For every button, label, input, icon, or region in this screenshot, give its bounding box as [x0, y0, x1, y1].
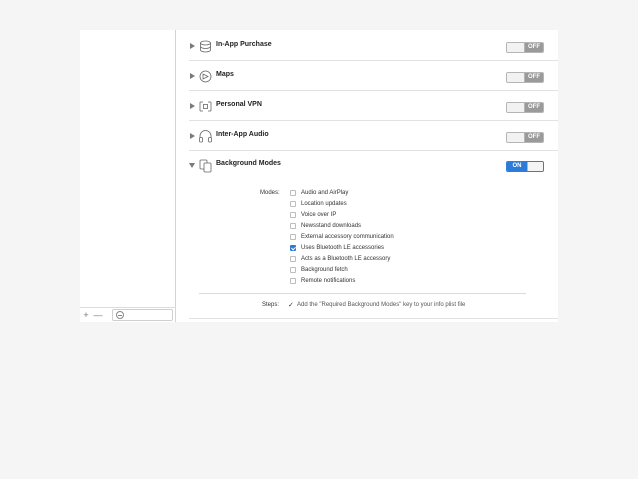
mode-acts-as-bluetooth-le[interactable]: Acts as a Bluetooth LE accessory [290, 254, 390, 264]
mode-checkbox[interactable] [290, 223, 296, 229]
sidebar-footer: + — [80, 307, 176, 322]
mode-checkbox[interactable] [290, 256, 296, 262]
sidebar-filter-field[interactable] [112, 309, 173, 321]
capability-toggle-maps[interactable]: OFF [506, 72, 544, 83]
capability-title: Personal VPN [216, 101, 262, 108]
toggle-state-label: OFF [525, 43, 543, 52]
mode-location-updates[interactable]: Location updates [290, 199, 347, 209]
disclosure-triangle-icon[interactable] [190, 103, 195, 109]
capability-title: In-App Purchase [216, 41, 272, 48]
remove-target-button[interactable]: — [92, 308, 104, 322]
inter-app-audio-icon [198, 129, 213, 144]
mode-newsstand-downloads[interactable]: Newsstand downloads [290, 221, 361, 231]
capability-toggle-inter-app-audio[interactable]: OFF [506, 132, 544, 143]
capability-toggle-in-app-purchase[interactable]: OFF [506, 42, 544, 53]
capabilities-list: In-App Purchase OFF Maps OFF Personal VP… [177, 30, 558, 322]
toggle-knob [507, 133, 525, 142]
mode-label: External accessory communication [301, 234, 394, 240]
toggle-knob [507, 73, 525, 82]
capability-row-in-app-purchase: In-App Purchase OFF [189, 32, 558, 61]
mode-checkbox[interactable] [290, 212, 296, 218]
toggle-state-label: OFF [525, 103, 543, 112]
maps-icon [198, 69, 213, 84]
mode-label: Remote notifications [301, 278, 356, 284]
capability-row-personal-vpn: Personal VPN OFF [189, 92, 558, 121]
targets-sidebar: + — [80, 30, 176, 322]
mode-voice-over-ip[interactable]: Voice over IP [290, 210, 336, 220]
mode-label: Voice over IP [301, 212, 337, 218]
personal-vpn-icon [198, 99, 213, 114]
mode-audio-airplay[interactable]: Audio and AirPlay [290, 188, 348, 198]
mode-checkbox[interactable] [290, 278, 296, 284]
mode-checkbox[interactable] [290, 267, 296, 273]
in-app-purchase-icon [198, 39, 213, 54]
add-target-button[interactable]: + [80, 308, 92, 322]
mode-background-fetch[interactable]: Background fetch [290, 265, 348, 275]
toggle-knob [507, 43, 525, 52]
disclosure-triangle-icon[interactable] [190, 133, 195, 139]
mode-label: Location updates [301, 201, 347, 207]
mode-label: Audio and AirPlay [301, 190, 349, 196]
toggle-state-label: OFF [525, 73, 543, 82]
capabilities-window: + — In-App Purchase OFF Maps OFF Persona… [80, 30, 558, 322]
filter-icon [116, 311, 124, 319]
mode-label: Newsstand downloads [301, 223, 362, 229]
mode-label: Acts as a Bluetooth LE accessory [301, 256, 391, 262]
capability-row-inter-app-audio: Inter-App Audio OFF [189, 122, 558, 151]
mode-label: Background fetch [301, 267, 348, 273]
mode-checkbox[interactable] [290, 201, 296, 207]
capability-title: Inter-App Audio [216, 131, 269, 138]
mode-remote-notifications[interactable]: Remote notifications [290, 276, 355, 286]
mode-checkbox[interactable] [290, 234, 296, 240]
step-checkmark-icon: ✓ [288, 302, 294, 309]
disclosure-triangle-icon[interactable] [190, 43, 195, 49]
toggle-state-label: OFF [525, 133, 543, 142]
disclosure-triangle-icon[interactable] [190, 73, 195, 79]
capability-title: Maps [216, 71, 234, 78]
mode-checkbox-checked[interactable] [290, 245, 296, 251]
mode-external-accessory[interactable]: External accessory communication [290, 232, 394, 242]
capability-toggle-personal-vpn[interactable]: OFF [506, 102, 544, 113]
background-modes-panel: Modes: Audio and AirPlay Location update… [189, 152, 558, 322]
row-separator [189, 318, 558, 319]
capability-row-maps: Maps OFF [189, 62, 558, 91]
mode-label: Uses Bluetooth LE accessories [301, 245, 385, 251]
mode-uses-bluetooth-le[interactable]: Uses Bluetooth LE accessories [290, 243, 384, 253]
steps-label: Steps: [262, 302, 280, 308]
toggle-knob [507, 103, 525, 112]
modes-label: Modes: [260, 190, 280, 196]
section-divider [199, 293, 526, 294]
steps-text: Add the "Required Background Modes" key … [297, 302, 466, 308]
mode-checkbox[interactable] [290, 190, 296, 196]
